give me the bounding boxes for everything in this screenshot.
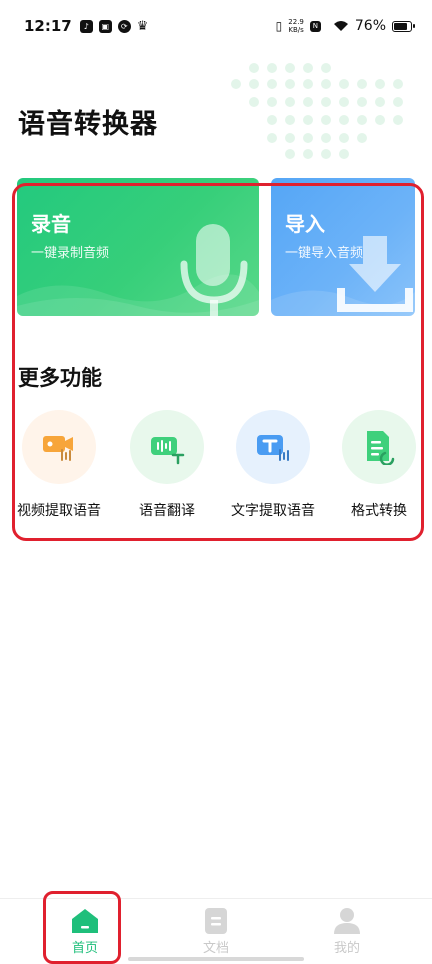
nav-item-documents[interactable]: 文档 bbox=[176, 907, 256, 956]
app-notification-icon: ▣ bbox=[98, 19, 112, 33]
record-card[interactable]: 录音 一键录制音频 bbox=[17, 178, 259, 316]
profile-icon bbox=[334, 908, 360, 934]
text-to-speech-icon bbox=[257, 435, 289, 461]
voice-translate-icon bbox=[151, 437, 185, 465]
section-title-more-features: 更多功能 bbox=[18, 366, 102, 390]
microphone-icon bbox=[180, 224, 248, 316]
feature-video-extract-audio[interactable]: 视频提取语音 bbox=[4, 410, 114, 520]
network-speed-unit: KB/s bbox=[288, 26, 304, 34]
status-time: 12:17 bbox=[24, 17, 72, 35]
nav-label-profile: 我的 bbox=[333, 941, 360, 956]
feature-icon-circle bbox=[236, 410, 310, 484]
page-title: 语音转换器 bbox=[18, 109, 158, 140]
feature-label: 格式转换 bbox=[351, 503, 407, 519]
wifi-icon bbox=[333, 21, 348, 31]
home-indicator bbox=[128, 957, 304, 961]
tiktok-notification-icon: ♪ bbox=[79, 19, 93, 33]
feature-voice-translate[interactable]: 语音翻译 bbox=[112, 410, 222, 520]
nav-label-documents: 文档 bbox=[202, 941, 229, 956]
nav-item-profile[interactable]: 我的 bbox=[307, 907, 387, 956]
feature-label: 语音翻译 bbox=[139, 503, 195, 519]
nav-item-home[interactable]: 首页 bbox=[45, 907, 125, 956]
vibrate-icon: ▯ bbox=[275, 19, 283, 33]
network-speed-value: 22.9 bbox=[288, 18, 304, 26]
home-icon bbox=[72, 909, 98, 933]
crown-notification-icon: ♛ bbox=[136, 18, 149, 34]
bottom-nav: 首页 文档 我的 bbox=[0, 898, 432, 964]
nfc-icon: N bbox=[309, 20, 321, 32]
battery-icon bbox=[392, 20, 415, 32]
record-card-title: 录音 bbox=[31, 212, 71, 236]
import-card-title: 导入 bbox=[285, 212, 325, 236]
dots-decoration bbox=[231, 63, 403, 159]
network-speed: 22.9 KB/s bbox=[288, 18, 304, 34]
feature-icon-circle bbox=[130, 410, 204, 484]
document-icon bbox=[205, 908, 227, 934]
feature-format-convert[interactable]: 格式转换 bbox=[324, 410, 432, 520]
format-convert-icon bbox=[367, 431, 395, 465]
nav-label-home: 首页 bbox=[71, 941, 98, 956]
status-bar: 12:17 ♪ ▣ ⟳ ♛ ▯ 22.9 KB/s N 76% bbox=[0, 0, 432, 52]
download-icon bbox=[337, 236, 413, 312]
feature-text-to-speech[interactable]: 文字提取语音 bbox=[218, 410, 328, 520]
feature-label: 视频提取语音 bbox=[17, 503, 101, 519]
feature-icon-circle bbox=[22, 410, 96, 484]
sync-notification-icon: ⟳ bbox=[117, 19, 131, 33]
import-card[interactable]: 导入 一键导入音频 bbox=[271, 178, 415, 316]
feature-label: 文字提取语音 bbox=[231, 503, 315, 519]
record-card-subtitle: 一键录制音频 bbox=[31, 246, 110, 261]
video-audio-icon bbox=[43, 436, 73, 461]
battery-percent: 76% bbox=[354, 18, 386, 34]
feature-icon-circle bbox=[342, 410, 416, 484]
